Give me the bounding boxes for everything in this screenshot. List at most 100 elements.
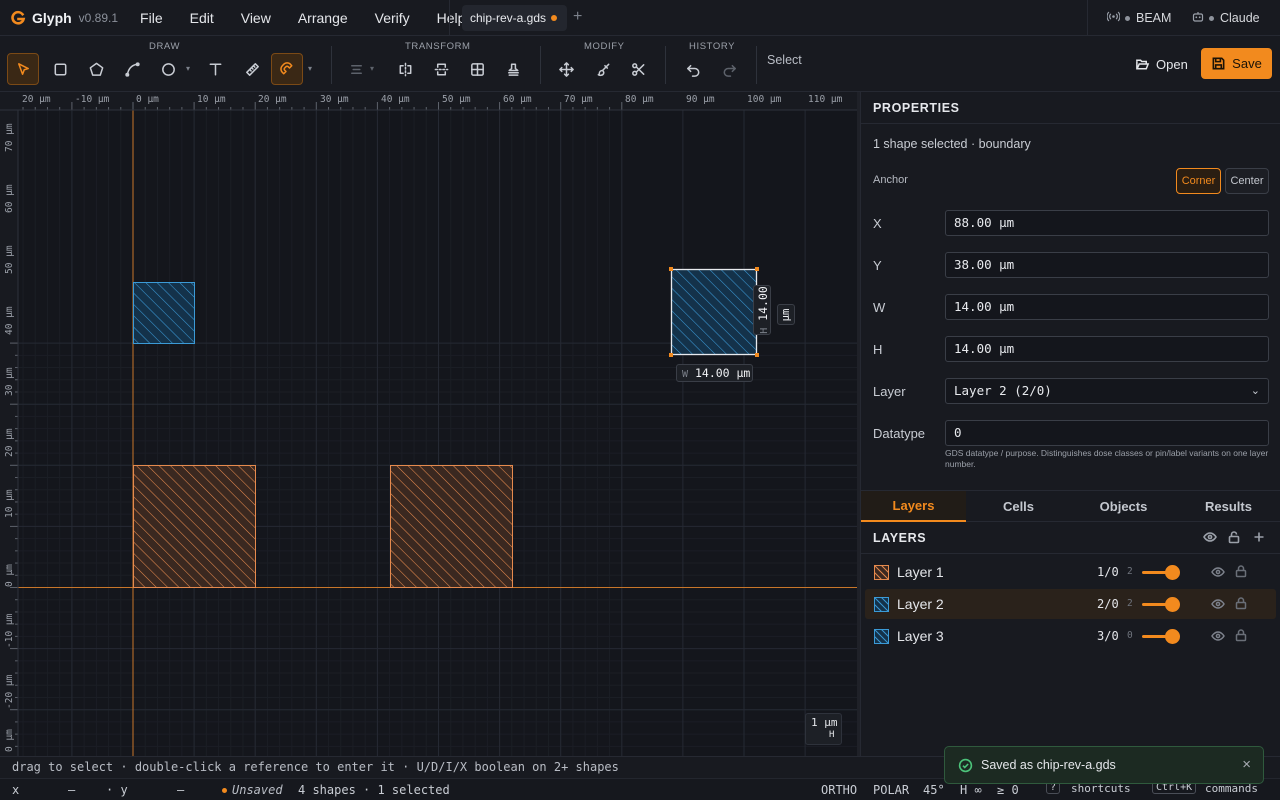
add-layer-icon[interactable] xyxy=(1252,530,1266,544)
array-tool-button[interactable] xyxy=(461,53,493,85)
beam-connection[interactable]: BEAM xyxy=(1106,11,1171,25)
ruler-label: 30 µm xyxy=(320,94,349,105)
app-version: v0.89.1 xyxy=(78,10,119,25)
layer-row[interactable]: Layer 3 3/0 0 xyxy=(865,621,1276,651)
unlock-all-icon[interactable] xyxy=(1227,530,1241,544)
menu-file[interactable]: File xyxy=(140,10,163,26)
layer-select[interactable]: Layer 2 (2/0) ⌄ xyxy=(945,378,1269,404)
undo-button[interactable] xyxy=(677,53,709,85)
current-mode-label: Select xyxy=(767,53,802,67)
group-label-history: HISTORY xyxy=(689,41,736,52)
resize-handle[interactable] xyxy=(755,267,759,271)
x-input[interactable]: 88.00 µm xyxy=(945,210,1269,236)
circle-options-chevron-icon[interactable]: ▾ xyxy=(186,64,190,73)
layer1-shape[interactable] xyxy=(390,465,513,588)
h-infinite-value[interactable]: H ∞ xyxy=(960,783,982,797)
cut-tool-button[interactable] xyxy=(622,53,654,85)
top-ruler xyxy=(0,92,858,110)
unsaved-dot-icon xyxy=(551,15,558,21)
layer-opacity-knob[interactable] xyxy=(1165,629,1180,644)
datatype-input[interactable]: 0 xyxy=(945,420,1269,446)
show-all-eye-icon[interactable] xyxy=(1203,530,1217,544)
layer-visibility-eye-icon[interactable] xyxy=(1211,565,1225,579)
layer1-shape[interactable] xyxy=(133,465,256,588)
menu-view[interactable]: View xyxy=(241,10,271,26)
flip-horizontal-button[interactable] xyxy=(389,53,421,85)
selection-info: 1 shape selected · boundary xyxy=(873,137,1031,151)
ruler-tool-button[interactable] xyxy=(236,53,268,85)
claude-label: Claude xyxy=(1220,11,1260,25)
snap-options-chevron-icon[interactable]: ▾ xyxy=(308,64,312,73)
panel-divider xyxy=(861,553,1280,554)
path-tool-button[interactable] xyxy=(116,53,148,85)
menu-arrange[interactable]: Arrange xyxy=(298,10,348,26)
w-label: W xyxy=(873,300,886,315)
anchor-corner-button[interactable]: Corner xyxy=(1176,168,1221,194)
move-tool-button[interactable] xyxy=(550,53,582,85)
tab-results[interactable]: Results xyxy=(1176,491,1280,522)
open-label: Open xyxy=(1156,56,1188,72)
paint-tool-button[interactable] xyxy=(587,53,619,85)
stamp-tool-button[interactable] xyxy=(497,53,529,85)
toast-close-icon[interactable]: × xyxy=(1242,756,1251,773)
y-input[interactable]: 38.00 µm xyxy=(945,252,1269,278)
ruler-label: 60 µm xyxy=(4,184,15,213)
resize-handle[interactable] xyxy=(669,267,673,271)
rectangle-tool-button[interactable] xyxy=(44,53,76,85)
text-tool-button[interactable] xyxy=(199,53,231,85)
flip-vertical-button[interactable] xyxy=(425,53,457,85)
toolbar-divider xyxy=(331,46,332,84)
anchor-center-button[interactable]: Center xyxy=(1225,168,1269,194)
ortho-toggle[interactable]: ORTHO xyxy=(821,783,857,797)
circle-tool-button[interactable] xyxy=(152,53,184,85)
toolbar-divider xyxy=(665,46,666,84)
scale-value: 1 µm xyxy=(811,716,838,729)
align-options-chevron-icon[interactable]: ▾ xyxy=(370,64,374,73)
layer-opacity-knob[interactable] xyxy=(1165,597,1180,612)
app-logo: Glyph v0.89.1 xyxy=(10,10,118,26)
h-input[interactable]: 14.00 µm xyxy=(945,336,1269,362)
polar-toggle[interactable]: POLAR xyxy=(873,783,909,797)
menu-divider-right xyxy=(1087,0,1088,36)
layer-row[interactable]: Layer 2 2/0 2 xyxy=(865,589,1276,619)
resize-handle[interactable] xyxy=(669,353,673,357)
menu-edit[interactable]: Edit xyxy=(190,10,214,26)
min-value[interactable]: ≥ 0 xyxy=(997,783,1019,797)
layer-lock-icon[interactable] xyxy=(1234,596,1248,610)
layer-shape-count: 2 xyxy=(1127,566,1133,577)
tab-objects[interactable]: Objects xyxy=(1071,491,1176,522)
polygon-tool-button[interactable] xyxy=(80,53,112,85)
panel-divider xyxy=(861,123,1280,124)
selected-shape[interactable] xyxy=(670,268,758,356)
align-tool-button[interactable] xyxy=(340,53,372,85)
file-tab[interactable]: chip-rev-a.gds xyxy=(462,5,568,31)
scissors-icon xyxy=(631,62,644,76)
tab-layers[interactable]: Layers xyxy=(861,491,966,522)
layout-canvas[interactable]: 20 µm -10 µm 0 µm 10 µm 20 µm 30 µm 40 µm 50 µm… xyxy=(0,92,858,756)
toolbar-divider xyxy=(756,46,757,84)
magnet-icon xyxy=(279,61,293,75)
claude-connection[interactable]: Claude xyxy=(1192,11,1260,25)
redo-button[interactable] xyxy=(713,53,745,85)
resize-handle[interactable] xyxy=(755,353,759,357)
layer-lock-icon[interactable] xyxy=(1234,628,1248,642)
w-input[interactable]: 14.00 µm xyxy=(945,294,1269,320)
layer-lock-icon[interactable] xyxy=(1234,564,1248,578)
layer-opacity-knob[interactable] xyxy=(1165,565,1180,580)
menu-verify[interactable]: Verify xyxy=(375,10,410,26)
canvas-drawing[interactable]: 20 µm -10 µm 0 µm 10 µm 20 µm 30 µm 40 µm 50 µm… xyxy=(0,92,858,756)
ruler-label: 90 µm xyxy=(686,94,715,105)
layer2-shape[interactable] xyxy=(133,282,195,344)
angle-value[interactable]: 45° xyxy=(923,783,945,797)
snap-tool-button[interactable] xyxy=(271,53,303,85)
save-button[interactable]: Save xyxy=(1201,48,1272,79)
layer-visibility-eye-icon[interactable] xyxy=(1211,597,1225,611)
layer-visibility-eye-icon[interactable] xyxy=(1211,629,1225,643)
glyph-logo-icon xyxy=(10,10,26,26)
tab-cells[interactable]: Cells xyxy=(966,491,1071,522)
open-button[interactable]: Open xyxy=(1128,49,1195,79)
select-tool-button[interactable] xyxy=(7,53,39,85)
add-tab-button[interactable]: + xyxy=(573,8,582,26)
layer-row[interactable]: Layer 1 1/0 2 xyxy=(865,557,1276,587)
scale-indicator: 1 µm H xyxy=(805,713,842,745)
